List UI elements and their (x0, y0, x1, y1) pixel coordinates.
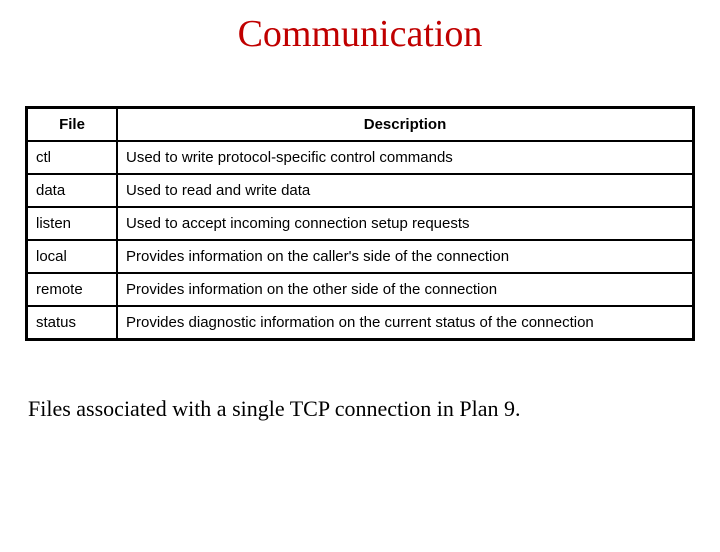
header-description: Description (117, 108, 694, 142)
cell-desc: Used to read and write data (117, 174, 694, 207)
cell-file: remote (27, 273, 118, 306)
cell-file: status (27, 306, 118, 340)
cell-desc: Used to write protocol-specific control … (117, 141, 694, 174)
cell-desc: Provides diagnostic information on the c… (117, 306, 694, 340)
table-row: data Used to read and write data (27, 174, 694, 207)
cell-file: local (27, 240, 118, 273)
cell-file: data (27, 174, 118, 207)
table-row: status Provides diagnostic information o… (27, 306, 694, 340)
cell-desc: Used to accept incoming connection setup… (117, 207, 694, 240)
header-file: File (27, 108, 118, 142)
files-table: File Description ctl Used to write proto… (25, 106, 695, 341)
table-row: listen Used to accept incoming connectio… (27, 207, 694, 240)
cell-file: ctl (27, 141, 118, 174)
slide-title: Communication (0, 12, 720, 56)
cell-file: listen (27, 207, 118, 240)
table-row: remote Provides information on the other… (27, 273, 694, 306)
table-row: local Provides information on the caller… (27, 240, 694, 273)
cell-desc: Provides information on the caller's sid… (117, 240, 694, 273)
table-row: ctl Used to write protocol-specific cont… (27, 141, 694, 174)
table-header-row: File Description (27, 108, 694, 142)
slide-caption: Files associated with a single TCP conne… (28, 396, 700, 422)
cell-desc: Provides information on the other side o… (117, 273, 694, 306)
